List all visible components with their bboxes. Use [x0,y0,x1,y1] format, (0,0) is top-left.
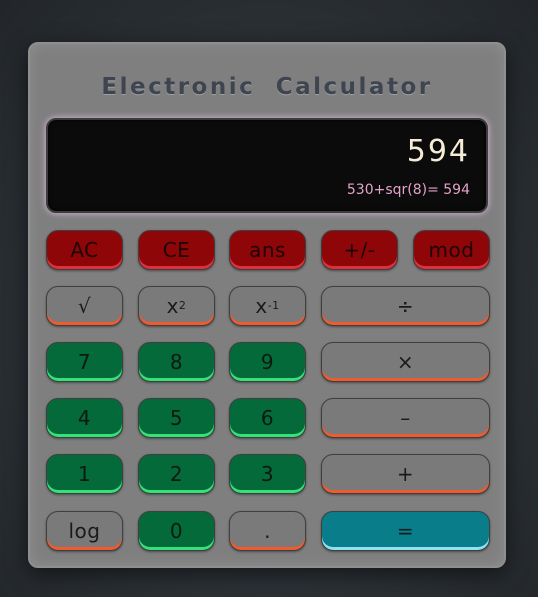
subtract-button[interactable]: – [321,398,490,438]
sqrt-button[interactable]: √ [46,286,123,326]
mod-button[interactable]: mod [413,230,490,270]
calculator-display: 594 530+sqr(8)= 594 [46,118,488,213]
square-base: x [166,294,179,318]
ans-button[interactable]: ans [229,230,306,270]
all-clear-button[interactable]: AC [46,230,123,270]
multiply-button[interactable]: × [321,342,490,382]
digit-1-button[interactable]: 1 [46,454,123,494]
digit-0-button[interactable]: 0 [138,511,215,551]
digit-5-button[interactable]: 5 [138,398,215,438]
calculator-body: Electronic Calculator 594 530+sqr(8)= 59… [28,42,506,568]
digit-3-button[interactable]: 3 [229,454,306,494]
digit-6-button[interactable]: 6 [229,398,306,438]
display-result: 594 [406,134,470,169]
inverse-button[interactable]: x -1 [229,286,306,326]
digit-8-button[interactable]: 8 [138,342,215,382]
negate-button[interactable]: +/- [321,230,398,270]
digit-7-button[interactable]: 7 [46,342,123,382]
add-button[interactable]: + [321,454,490,494]
square-button[interactable]: x2 [138,286,215,326]
equals-button[interactable]: = [321,511,490,551]
decimal-button[interactable]: . [229,511,306,551]
calculator-title: Electronic Calculator [101,74,433,100]
display-history: 530+sqr(8)= 594 [346,182,470,198]
divide-button[interactable]: ÷ [321,286,490,326]
inverse-base: x [255,294,268,318]
log-button[interactable]: log [46,511,123,551]
digit-2-button[interactable]: 2 [138,454,215,494]
digit-9-button[interactable]: 9 [229,342,306,382]
clear-entry-button[interactable]: CE [138,230,215,270]
digit-4-button[interactable]: 4 [46,398,123,438]
